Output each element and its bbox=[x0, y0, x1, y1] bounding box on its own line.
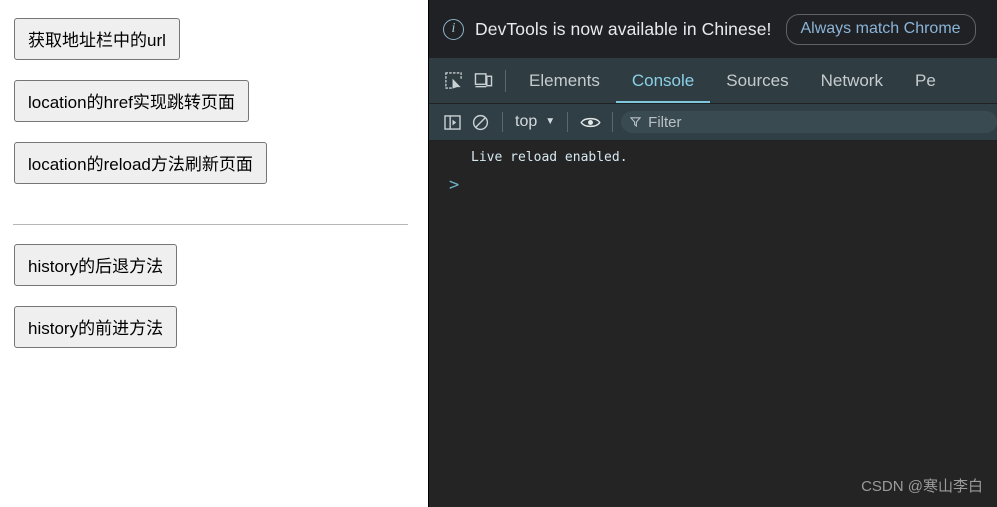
button-row-back: history的后退方法 bbox=[0, 244, 428, 286]
console-output-area[interactable]: Live reload enabled. > CSDN @寒山李白 bbox=[429, 141, 997, 507]
devtools-notification-banner: i DevTools is now available in Chinese! … bbox=[429, 0, 997, 58]
filter-placeholder-text: Filter bbox=[648, 113, 682, 131]
live-expression-eye-icon[interactable] bbox=[576, 109, 604, 135]
toolbar-separator bbox=[567, 112, 569, 132]
toolbar-separator bbox=[612, 112, 614, 132]
inspect-element-icon[interactable] bbox=[438, 67, 468, 95]
execution-context-value: top bbox=[515, 113, 538, 130]
device-toolbar-icon[interactable] bbox=[468, 67, 498, 95]
tabbar-icon-group bbox=[429, 58, 513, 103]
console-prompt-caret-icon: > bbox=[449, 175, 460, 195]
button-row-reload: location的reload方法刷新页面 bbox=[0, 142, 428, 184]
toolbar-separator bbox=[502, 112, 503, 132]
console-toolbar: top ▼ Filter bbox=[429, 103, 997, 141]
watermark: CSDN @寒山李白 bbox=[861, 478, 983, 495]
always-match-chrome-button[interactable]: Always match Chrome bbox=[785, 13, 976, 45]
devtools-tabbar: Elements Console Sources Network Pe bbox=[429, 58, 997, 103]
button-row-forward: history的前进方法 bbox=[0, 306, 428, 348]
button-row-href: location的href实现跳转页面 bbox=[0, 80, 428, 122]
tabbar-separator bbox=[505, 69, 506, 92]
button-group-location: 获取地址栏中的url bbox=[0, 0, 428, 60]
tab-console[interactable]: Console bbox=[615, 58, 711, 103]
clear-console-icon[interactable] bbox=[466, 109, 494, 135]
console-message: Live reload enabled. bbox=[471, 150, 628, 165]
location-href-button[interactable]: location的href实现跳转页面 bbox=[14, 80, 249, 122]
info-icon: i bbox=[443, 18, 464, 40]
history-back-button[interactable]: history的后退方法 bbox=[14, 244, 178, 286]
location-reload-button[interactable]: location的reload方法刷新页面 bbox=[14, 142, 267, 184]
chevron-down-icon: ▼ bbox=[545, 116, 556, 127]
filter-funnel-icon bbox=[629, 116, 642, 129]
console-prompt-row[interactable]: > bbox=[429, 165, 997, 194]
web-page-pane: 获取地址栏中的url location的href实现跳转页面 location的… bbox=[0, 0, 428, 507]
history-forward-button[interactable]: history的前进方法 bbox=[14, 306, 178, 348]
console-filter-input[interactable]: Filter bbox=[621, 111, 997, 133]
execution-context-dropdown[interactable]: top ▼ bbox=[511, 113, 559, 131]
console-sidebar-icon[interactable] bbox=[438, 109, 466, 135]
tab-performance[interactable]: Pe bbox=[899, 58, 952, 103]
get-url-button[interactable]: 获取地址栏中的url bbox=[14, 18, 180, 60]
devtools-panel: i DevTools is now available in Chinese! … bbox=[428, 0, 997, 507]
tab-elements[interactable]: Elements bbox=[513, 58, 616, 103]
banner-message: DevTools is now available in Chinese! bbox=[475, 18, 772, 39]
devtools-tabs: Elements Console Sources Network Pe bbox=[513, 58, 952, 103]
app-root: 获取地址栏中的url location的href实现跳转页面 location的… bbox=[0, 0, 997, 507]
tab-sources[interactable]: Sources bbox=[710, 58, 804, 103]
tab-network[interactable]: Network bbox=[805, 58, 899, 103]
